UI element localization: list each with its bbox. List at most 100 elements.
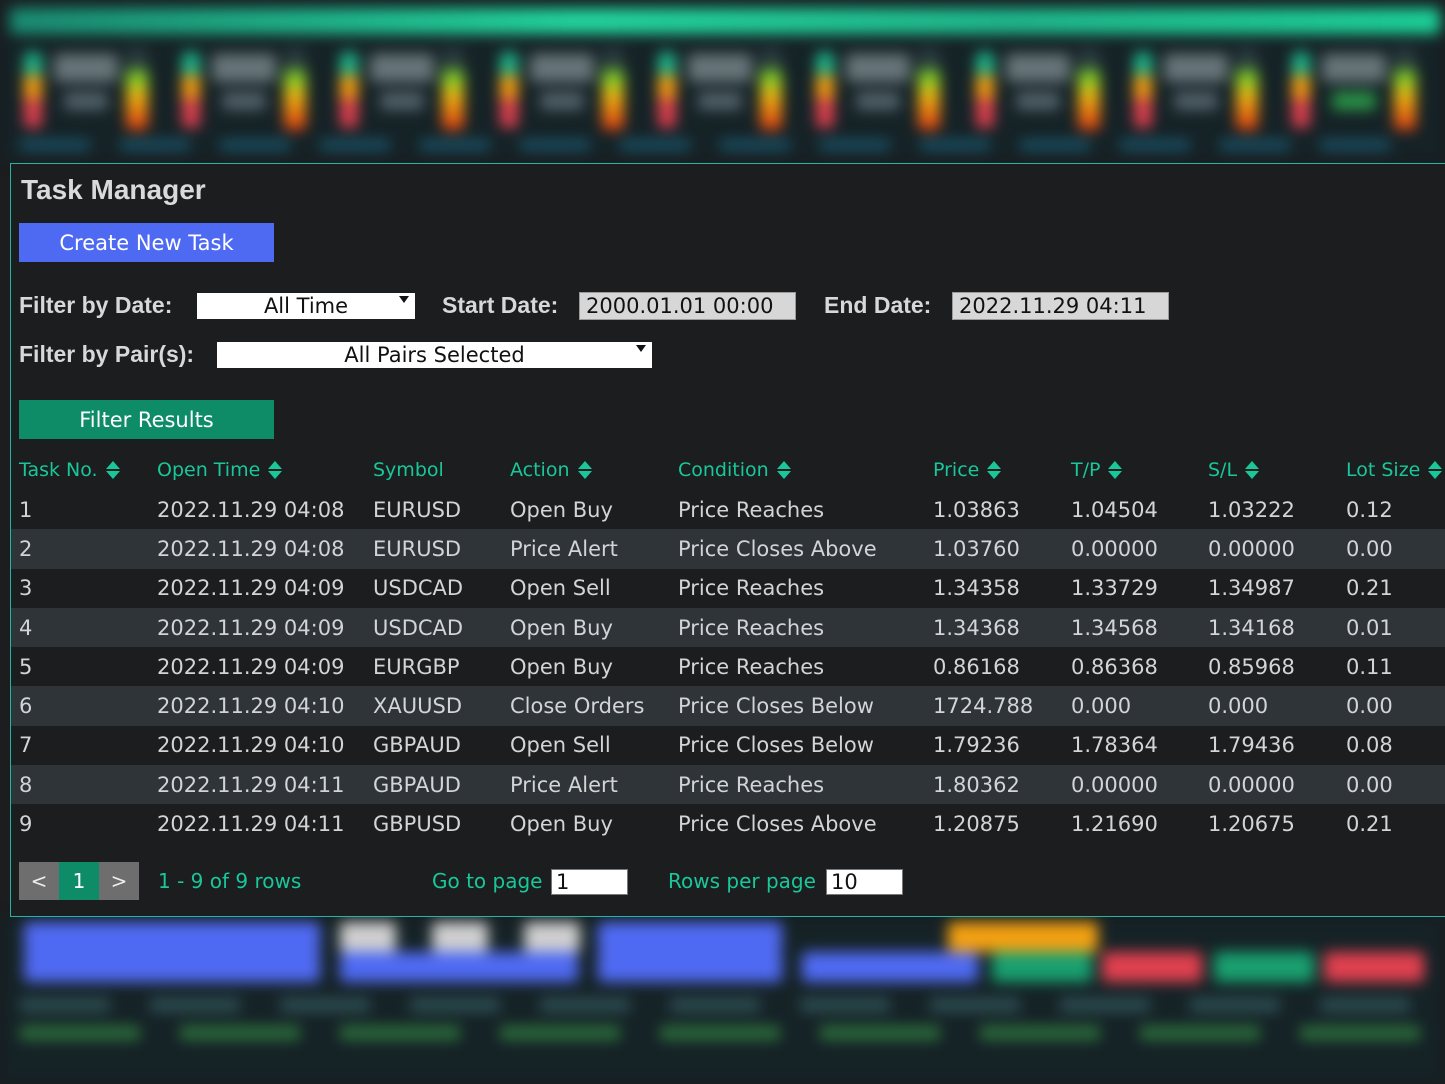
column-header-tp[interactable]: T/P (1071, 454, 1123, 486)
cell-action: Open Buy (510, 654, 613, 679)
task-table-body: 1 2022.11.29 04:08 EURUSD Open Buy Price… (11, 490, 1445, 844)
cell-price: 1.03760 (933, 536, 1020, 561)
cell-symbol: GBPAUD (373, 733, 461, 758)
table-row[interactable]: 5 2022.11.29 04:09 EURGBP Open Buy Price… (11, 647, 1445, 686)
sort-arrows-icon[interactable] (577, 459, 592, 481)
background-meter (966, 48, 1116, 138)
filter-by-date-select[interactable]: All Time (197, 293, 415, 319)
table-row[interactable]: 7 2022.11.29 04:10 GBPAUD Open Sell Pric… (11, 726, 1445, 765)
cell-open-time: 2022.11.29 04:11 (157, 812, 345, 837)
cell-condition: Price Closes Above (678, 812, 877, 837)
cell-task-no: 2 (19, 536, 33, 561)
table-row[interactable]: 9 2022.11.29 04:11 GBPUSD Open Buy Price… (11, 804, 1445, 843)
sort-arrows-icon[interactable] (1108, 459, 1123, 481)
table-row[interactable]: 8 2022.11.29 04:11 GBPAUD Price Alert Pr… (11, 765, 1445, 805)
cell-action: Close Orders (510, 694, 645, 719)
cell-task-no: 4 (19, 615, 33, 640)
column-header-lot-size[interactable]: Lot Size (1346, 454, 1443, 486)
cell-price: 1724.788 (933, 694, 1034, 719)
filter-by-pairs-select[interactable]: All Pairs Selected (217, 342, 652, 368)
background-meter (806, 48, 956, 138)
table-row[interactable]: 4 2022.11.29 04:09 USDCAD Open Buy Price… (11, 607, 1445, 648)
table-row[interactable]: 2 2022.11.29 04:08 EURUSD Price Alert Pr… (11, 529, 1445, 569)
rows-per-page-label: Rows per page (668, 869, 816, 893)
sort-arrows-icon[interactable] (1428, 459, 1443, 481)
go-to-page-input[interactable]: 1 (551, 869, 628, 895)
create-new-task-button[interactable]: Create New Task (19, 223, 274, 262)
column-header-condition[interactable]: Condition (678, 454, 791, 486)
cell-task-no: 7 (19, 733, 33, 758)
filter-by-date-label: Filter by Date: (19, 292, 173, 318)
cell-action: Open Buy (510, 812, 613, 837)
current-page-button[interactable]: 1 (59, 862, 99, 900)
table-row[interactable]: 6 2022.11.29 04:10 XAUUSD Close Orders P… (11, 686, 1445, 726)
panel-title: Task Manager (21, 174, 206, 205)
cell-sl: 0.000 (1208, 694, 1269, 719)
rows-summary: 1 - 9 of 9 rows (158, 869, 302, 893)
cell-sl: 1.34987 (1208, 576, 1295, 601)
cell-tp: 0.86368 (1071, 654, 1158, 679)
cell-symbol: EURUSD (373, 497, 462, 522)
column-header-task-no[interactable]: Task No. (19, 454, 120, 486)
filter-results-button[interactable]: Filter Results (19, 400, 274, 439)
cell-condition: Price Closes Below (678, 733, 874, 758)
cell-task-no: 1 (19, 497, 33, 522)
cell-tp: 1.21690 (1071, 812, 1158, 837)
background-meter (172, 48, 322, 138)
cell-lot-size: 0.12 (1346, 497, 1393, 522)
table-row[interactable]: 1 2022.11.29 04:08 EURUSD Open Buy Price… (11, 490, 1445, 529)
cell-lot-size: 0.11 (1346, 654, 1393, 679)
cell-action: Open Sell (510, 733, 611, 758)
background-meter (1282, 48, 1432, 138)
prev-page-button[interactable]: < (19, 862, 59, 900)
sort-arrows-icon[interactable] (105, 459, 120, 481)
cell-sl: 1.20675 (1208, 812, 1295, 837)
cell-condition: Price Reaches (678, 654, 825, 679)
filter-by-pairs-label: Filter by Pair(s): (19, 341, 195, 367)
cell-open-time: 2022.11.29 04:09 (157, 654, 345, 679)
cell-symbol: XAUUSD (373, 694, 462, 719)
task-manager-panel: Task Manager Create New Task Filter by D… (10, 163, 1445, 917)
cell-lot-size: 0.00 (1346, 694, 1393, 719)
sort-arrows-icon[interactable] (268, 459, 283, 481)
cell-condition: Price Reaches (678, 615, 825, 640)
cell-action: Price Alert (510, 772, 618, 797)
next-page-button[interactable]: > (99, 862, 139, 900)
end-date-input[interactable]: 2022.11.29 04:11 (952, 292, 1169, 320)
cell-symbol: GBPAUD (373, 772, 461, 797)
cell-symbol: GBPUSD (373, 812, 462, 837)
caret-down-icon (636, 345, 646, 352)
go-to-page-label: Go to page (432, 869, 543, 893)
cell-lot-size: 0.08 (1346, 733, 1393, 758)
cell-open-time: 2022.11.29 04:08 (157, 497, 345, 522)
cell-condition: Price Closes Below (678, 694, 874, 719)
cell-symbol: USDCAD (373, 576, 464, 601)
cell-tp: 0.00000 (1071, 772, 1158, 797)
cell-lot-size: 0.00 (1346, 772, 1393, 797)
cell-condition: Price Reaches (678, 497, 825, 522)
cell-open-time: 2022.11.29 04:10 (157, 694, 345, 719)
cell-action: Open Buy (510, 615, 613, 640)
column-header-price[interactable]: Price (933, 454, 1002, 486)
background-dashboard-footer (0, 918, 1445, 1084)
column-header-sl[interactable]: S/L (1208, 454, 1260, 486)
cell-lot-size: 0.00 (1346, 536, 1393, 561)
cell-tp: 1.34568 (1071, 615, 1158, 640)
start-date-input[interactable]: 2000.01.01 00:00 (579, 292, 796, 320)
column-header-action[interactable]: Action (510, 454, 592, 486)
cell-task-no: 9 (19, 812, 33, 837)
cell-action: Price Alert (510, 536, 618, 561)
rows-per-page-input[interactable]: 10 (826, 869, 903, 895)
cell-open-time: 2022.11.29 04:11 (157, 772, 345, 797)
cell-task-no: 3 (19, 576, 33, 601)
sort-arrows-icon[interactable] (987, 459, 1002, 481)
background-meter (14, 48, 164, 138)
sort-arrows-icon[interactable] (1245, 459, 1260, 481)
table-row[interactable]: 3 2022.11.29 04:09 USDCAD Open Sell Pric… (11, 569, 1445, 608)
sort-arrows-icon[interactable] (776, 459, 791, 481)
pagination-controls: < 1 > (19, 862, 139, 900)
cell-open-time: 2022.11.29 04:10 (157, 733, 345, 758)
column-header-open-time[interactable]: Open Time (157, 454, 283, 486)
cell-price: 1.80362 (933, 772, 1020, 797)
cell-lot-size: 0.01 (1346, 615, 1393, 640)
